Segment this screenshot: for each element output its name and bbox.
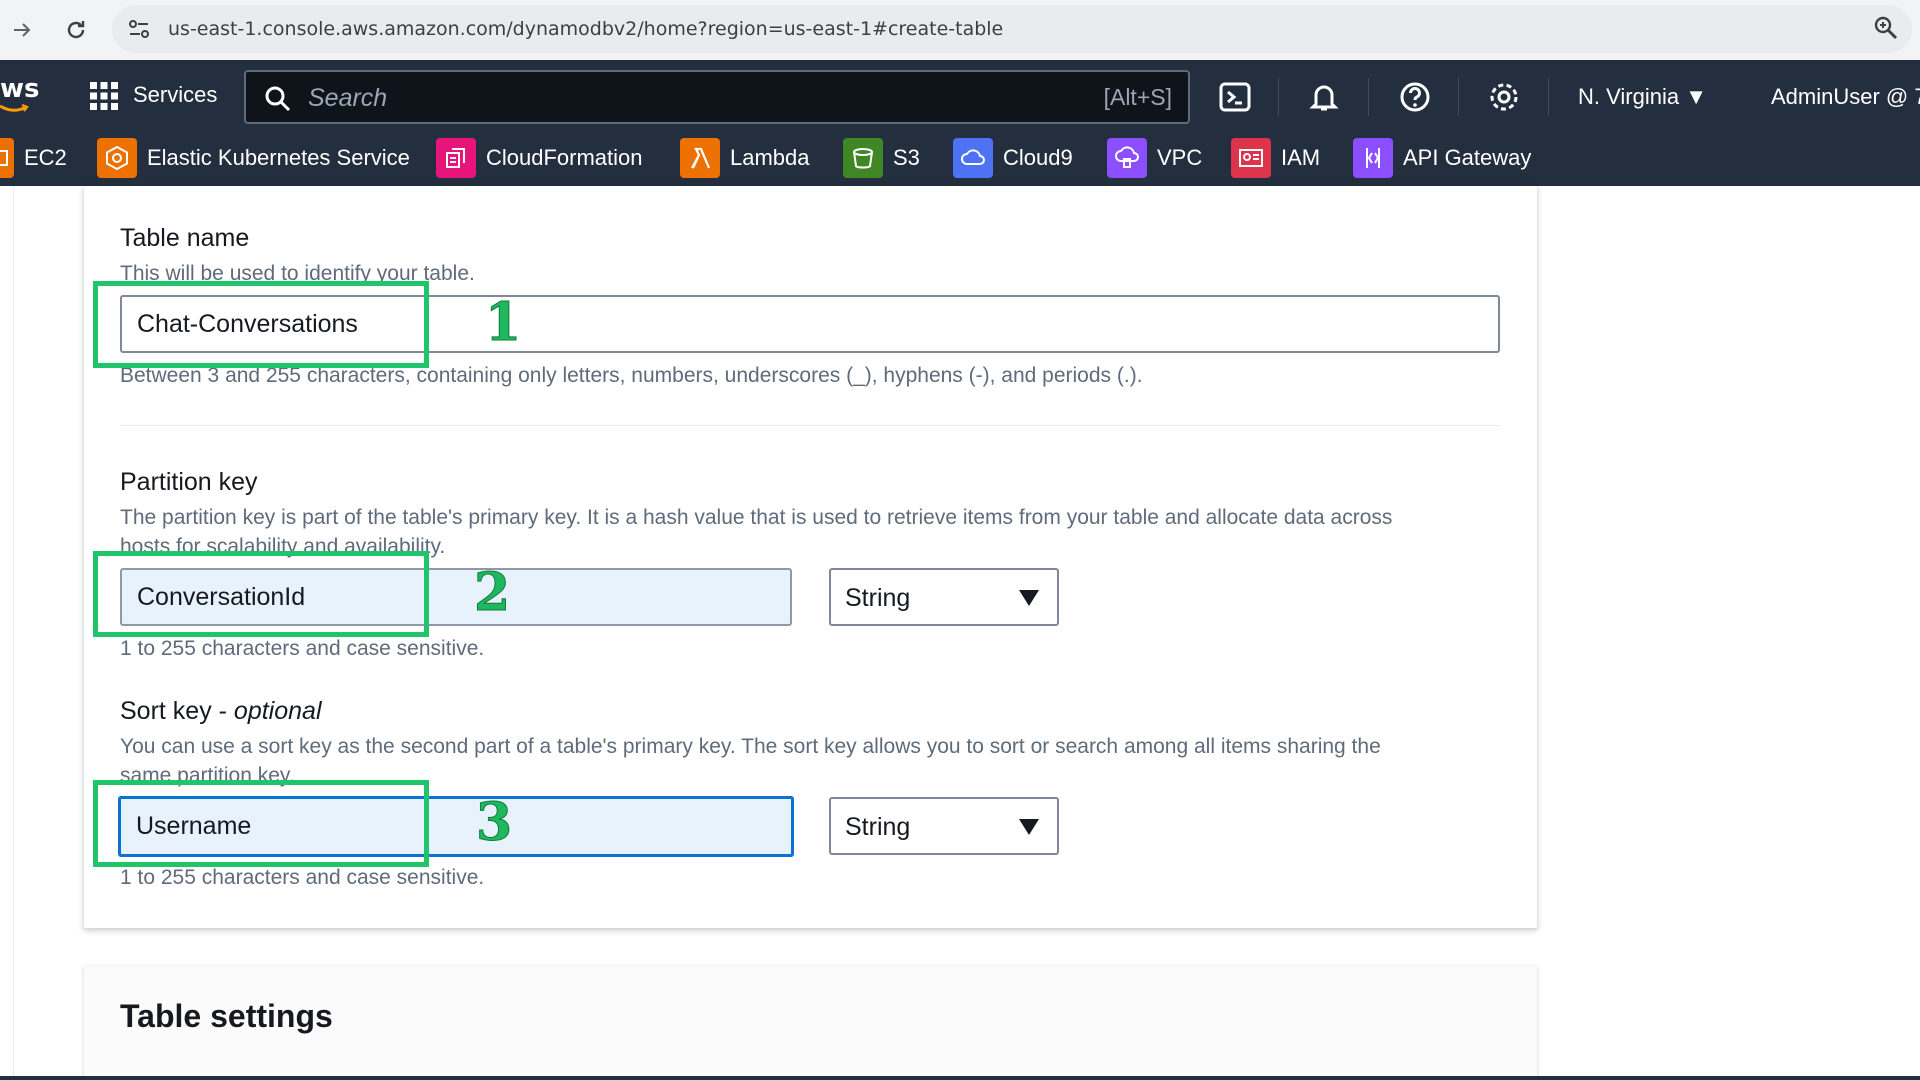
favorite-vpc[interactable]: VPC xyxy=(1107,138,1202,178)
api-gateway-icon xyxy=(1353,138,1393,178)
reload-icon[interactable] xyxy=(56,10,96,50)
vpc-icon xyxy=(1107,138,1147,178)
partition-key-constraint-hint: 1 to 255 characters and case sensitive. xyxy=(120,637,485,660)
caret-down-icon xyxy=(1019,819,1039,835)
site-info-icon[interactable] xyxy=(124,14,154,44)
url-text[interactable]: us-east-1.console.aws.amazon.com/dynamod… xyxy=(168,18,1003,40)
table-settings-heading: Table settings xyxy=(120,998,333,1034)
partition-key-label: Partition key xyxy=(120,468,258,496)
aws-logo[interactable]: ws xyxy=(0,74,40,104)
search-input[interactable] xyxy=(308,80,1008,116)
table-name-label: Table name xyxy=(120,224,250,252)
services-grid-icon[interactable] xyxy=(88,80,120,112)
annotation-number-1: 1 xyxy=(484,292,522,354)
favorite-s3[interactable]: S3 xyxy=(843,138,920,178)
sort-key-label-text: Sort key - xyxy=(120,697,234,725)
aws-smile-icon xyxy=(0,104,29,112)
favorite-label: VPC xyxy=(1157,145,1203,170)
nav-divider xyxy=(1548,78,1549,116)
favorites-bar: EC2 Elastic Kubernetes Service CloudForm… xyxy=(0,126,1920,186)
sort-key-type-select[interactable]: String xyxy=(829,797,1059,855)
annotation-highlight-box-2 xyxy=(93,551,429,637)
cloud9-icon xyxy=(953,138,993,178)
favorite-cloudformation[interactable]: CloudFormation xyxy=(436,138,643,178)
partition-key-type-value: String xyxy=(845,584,911,612)
annotation-number-3: 3 xyxy=(475,792,513,854)
sort-key-optional-text: optional xyxy=(233,697,322,725)
favorite-label: CloudFormation xyxy=(486,145,643,170)
cloudformation-icon xyxy=(436,138,476,178)
annotation-highlight-box-1 xyxy=(93,281,429,368)
sort-key-constraint-hint: 1 to 255 characters and case sensitive. xyxy=(120,866,485,889)
favorite-label: EC2 xyxy=(24,145,67,170)
partition-key-type-select[interactable]: String xyxy=(829,568,1059,626)
side-navigation-edge xyxy=(0,186,14,1080)
annotation-highlight-box-3 xyxy=(93,780,429,867)
browser-toolbar: us-east-1.console.aws.amazon.com/dynamod… xyxy=(0,0,1920,60)
aws-top-navigation: ws Services [Alt+S] N. Virginia ▼ AdminU… xyxy=(0,60,1920,126)
ec2-icon xyxy=(0,138,14,178)
favorite-eks[interactable]: Elastic Kubernetes Service xyxy=(97,138,410,178)
help-icon[interactable] xyxy=(1398,80,1432,114)
forward-icon[interactable] xyxy=(2,10,42,50)
favorite-cloud9[interactable]: Cloud9 xyxy=(953,138,1073,178)
notifications-bell-icon[interactable] xyxy=(1307,80,1341,114)
favorite-label: S3 xyxy=(893,145,920,170)
favorite-label: Lambda xyxy=(730,145,810,170)
search-shortcut-hint: [Alt+S] xyxy=(1103,84,1172,110)
annotation-number-2: 2 xyxy=(473,562,511,624)
nav-divider xyxy=(1458,78,1459,116)
address-bar[interactable]: us-east-1.console.aws.amazon.com/dynamod… xyxy=(112,5,1912,53)
cloudshell-icon[interactable] xyxy=(1218,80,1252,114)
bottom-strip xyxy=(0,1076,1920,1080)
settings-gear-icon[interactable] xyxy=(1487,80,1521,114)
eks-icon xyxy=(97,138,137,178)
services-menu-button[interactable]: Services xyxy=(133,82,217,108)
favorite-label: API Gateway xyxy=(1403,145,1532,170)
search-box[interactable]: [Alt+S] xyxy=(244,70,1190,124)
partition-key-description-line1: The partition key is part of the table's… xyxy=(120,506,1393,529)
favorite-label: Cloud9 xyxy=(1003,145,1073,170)
sort-key-description-line1: You can use a sort key as the second par… xyxy=(120,735,1381,758)
section-divider xyxy=(120,425,1500,426)
favorite-iam[interactable]: IAM xyxy=(1231,138,1320,178)
nav-divider xyxy=(1278,78,1279,116)
favorite-ec2[interactable]: EC2 xyxy=(0,138,67,178)
account-menu[interactable]: AdminUser @ 7 xyxy=(1771,84,1920,110)
favorite-label: Elastic Kubernetes Service xyxy=(147,145,410,170)
iam-icon xyxy=(1231,138,1271,178)
zoom-icon[interactable] xyxy=(1872,14,1900,42)
s3-bucket-icon xyxy=(843,138,883,178)
favorite-api-gateway[interactable]: API Gateway xyxy=(1353,138,1531,178)
sort-key-label: Sort key - optional xyxy=(120,697,322,726)
region-selector[interactable]: N. Virginia ▼ xyxy=(1578,84,1707,110)
caret-down-icon xyxy=(1019,590,1039,606)
sort-key-type-value: String xyxy=(845,813,911,841)
favorite-label: IAM xyxy=(1281,145,1321,170)
nav-divider xyxy=(1368,78,1369,116)
search-icon xyxy=(265,86,291,112)
lambda-icon xyxy=(680,138,720,178)
favorite-lambda[interactable]: Lambda xyxy=(680,138,810,178)
